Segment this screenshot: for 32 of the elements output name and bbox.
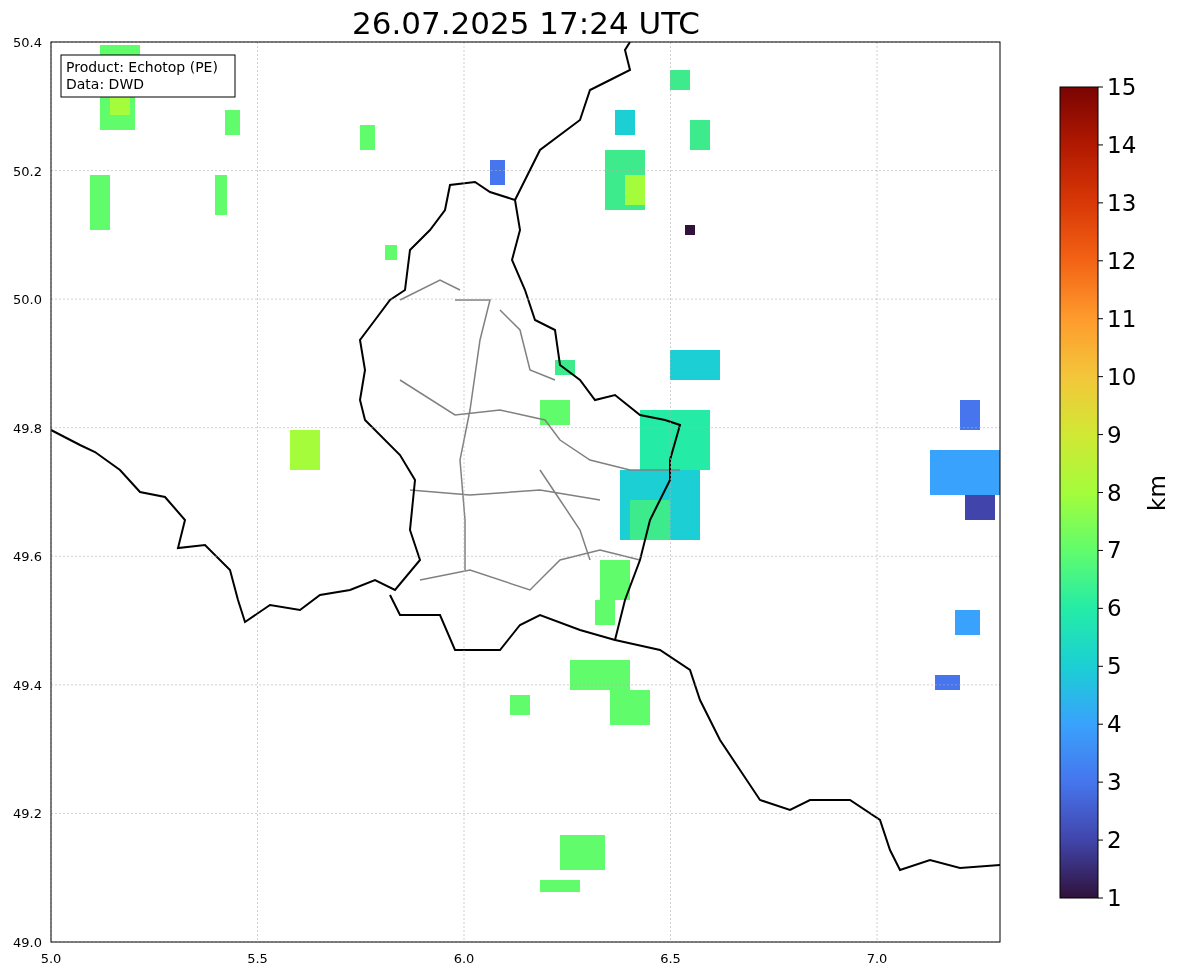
- colorbar-tick-label: 14: [1107, 131, 1137, 158]
- y-axis-tick-label: 49.6: [13, 549, 42, 565]
- y-axis-tick-label: 49.8: [13, 420, 42, 436]
- y-axis-tick-label: 49.2: [13, 806, 42, 822]
- y-axis-tick-label: 49.4: [13, 677, 42, 693]
- colorbar-label: km: [1144, 475, 1170, 511]
- x-axis-tick-label: 6.5: [660, 951, 681, 966]
- colorbar-tick-label: 10: [1107, 363, 1137, 390]
- colorbar-tick-label: 9: [1107, 421, 1122, 448]
- colorbar-tick-label: 5: [1107, 653, 1122, 680]
- colorbar-tick-label: 3: [1107, 769, 1122, 796]
- colorbar-tick-label: 2: [1107, 827, 1122, 854]
- colorbar-tick-label: 12: [1107, 247, 1137, 274]
- y-axis-tick-label: 50.2: [13, 163, 42, 179]
- x-axis-tick-label: 7.0: [866, 951, 888, 966]
- y-axis-tick-label: 49.0: [13, 935, 42, 950]
- colorbar-tick-label: 4: [1107, 711, 1122, 738]
- chart-title: 26.07.2025 17:24 UTC: [352, 5, 700, 41]
- colorbar-tick-label: 13: [1107, 189, 1137, 216]
- x-axis-tick-label: 5.0: [40, 951, 62, 966]
- info-text: Data: DWD: [66, 76, 144, 92]
- x-axis-tick-label: 6.0: [453, 951, 475, 966]
- colorbar-tick-label: 11: [1107, 305, 1137, 332]
- colorbar-tick-label: 7: [1107, 537, 1122, 564]
- y-axis-tick-label: 50.4: [13, 35, 42, 50]
- y-axis-tick-label: 50.0: [13, 292, 42, 308]
- info-text: Product: Echotop (PE): [66, 59, 218, 75]
- x-axis-tick-label: 5.5: [247, 951, 268, 966]
- colorbar-tick-label: 8: [1107, 479, 1122, 506]
- colorbar-tick-label: 15: [1107, 74, 1137, 100]
- colorbar-tick-label: 6: [1107, 595, 1122, 622]
- colorbar-tick-label: 1: [1107, 885, 1122, 911]
